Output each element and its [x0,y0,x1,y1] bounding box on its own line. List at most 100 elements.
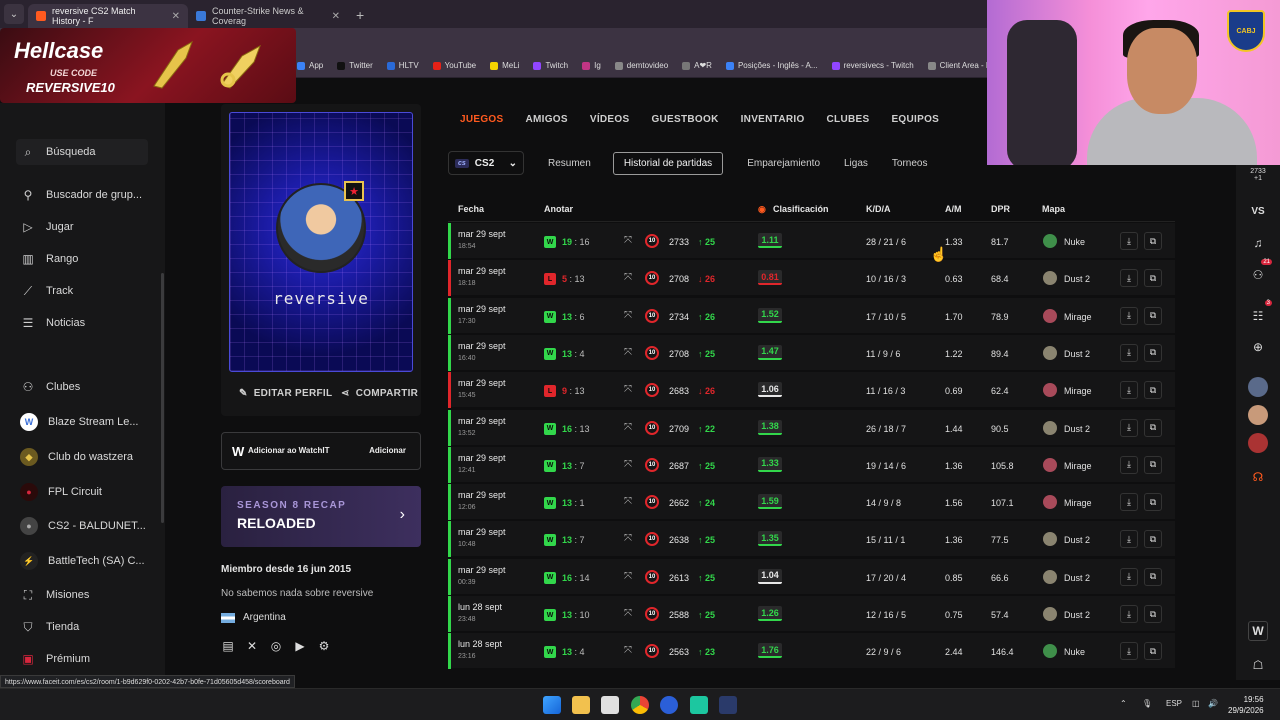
folder-icon[interactable] [572,696,590,714]
instagram-icon[interactable]: ◎ [269,639,283,653]
volume-icon[interactable]: 🔊 [1208,699,1218,708]
download-icon[interactable]: ⤓ [1120,530,1138,549]
subtab-4[interactable]: Torneos [892,158,928,169]
bookmark[interactable]: A❤R [675,61,719,70]
sidebar-item-news[interactable]: ☰ Noticias [20,315,86,331]
table-row[interactable]: lun 28 sept 23:48 W 13 : 10 ⤧ 10 2588 ↑ 25 1.26 1… [448,596,1175,632]
download-icon[interactable]: ⤓ [1120,642,1138,661]
club-item[interactable]: ⚡ BattleTech (SA) C... [20,552,145,570]
tab-vídeos[interactable]: VÍDEOS [590,114,630,125]
sidebar-item-ranking[interactable]: ▥ Rango [20,251,78,267]
versus-button[interactable]: VS [1248,201,1268,221]
bell-icon[interactable]: ♫ [1248,233,1268,253]
close-icon[interactable]: ✕ [332,11,340,22]
mic-icon[interactable]: 🎙 [1142,699,1152,708]
club-item[interactable]: ◆ Club do wastzera [20,448,133,466]
watchit-add-button[interactable]: Adicionar [369,446,406,455]
table-row[interactable]: mar 29 sept 00:39 W 16 : 14 ⤧ 10 2613 ↑ 25 1.04 1… [448,558,1175,595]
club-item[interactable]: ● CS2 - BALDUNET... [20,517,146,535]
external-link-icon[interactable]: ⧉ [1144,269,1162,288]
table-row[interactable]: mar 29 sept 13:52 W 16 : 13 ⤧ 10 2709 ↑ 22 1.38 2… [448,409,1175,446]
external-link-icon[interactable]: ⧉ [1144,530,1162,549]
add-icon[interactable]: ⊕ [1248,337,1268,357]
app-icon[interactable] [601,696,619,714]
game-selector[interactable]: cs CS2 ⌄ [448,151,524,175]
headset-icon[interactable]: ☊ [1248,467,1268,487]
network-icon[interactable]: ◫ [1192,699,1200,708]
bookmark[interactable]: Posições - Inglês - A... [719,61,825,70]
external-link-icon[interactable]: ⧉ [1144,381,1162,400]
sidebar-scrollbar[interactable] [161,273,164,523]
tab-list-icon[interactable]: ⌄ [4,4,24,24]
windows-start-icon[interactable] [543,696,561,714]
download-icon[interactable]: ⤓ [1120,306,1138,325]
subtab-0[interactable]: Resumen [548,158,591,169]
external-link-icon[interactable]: ⧉ [1144,605,1162,623]
avatar[interactable] [1248,405,1268,425]
tab-guestbook[interactable]: GUESTBOOK [651,114,718,125]
share-button[interactable]: ⋖ COMPARTIR [341,388,418,399]
download-icon[interactable]: ⤓ [1120,381,1138,400]
tab-amigos[interactable]: AMIGOS [525,114,567,125]
season-recap-banner[interactable]: SEASON 8 RECAP RELOADED › [221,486,421,547]
external-link-icon[interactable]: ⧉ [1144,642,1162,661]
bookmark[interactable]: MeLi [483,61,526,70]
sidebar-item-shop[interactable]: ⛉ Tienda [20,619,79,635]
sidebar-item-premium[interactable]: ▣ Prémium [20,651,90,667]
steam-icon[interactable]: ⚙ [317,639,331,653]
bookmark[interactable]: HLTV [380,61,426,70]
tab-inventario[interactable]: INVENTARIO [741,114,805,125]
bookmark[interactable]: YouTube [426,61,483,70]
language-indicator[interactable]: ESP [1166,699,1182,708]
download-icon[interactable]: ⤓ [1120,232,1138,250]
download-icon[interactable]: ⤓ [1120,493,1138,512]
twitch-icon[interactable]: ▤ [221,639,235,653]
chevron-up-icon[interactable]: ⌃ [1120,699,1127,708]
sidebar-item-missions[interactable]: ⛶ Misiones [20,587,90,603]
table-row[interactable]: mar 29 sept 12:41 W 13 : 7 ⤧ 10 2687 ↑ 25 1.33 19… [448,446,1175,483]
sidebar-item-clubs[interactable]: ⚇ Clubes [20,379,81,395]
table-row[interactable]: mar 29 sept 16:40 W 13 : 4 ⤧ 10 2708 ↑ 25 1.47 11… [448,334,1175,371]
friends-icon[interactable]: ⚇ 21 [1248,259,1272,285]
tab-equipos[interactable]: EQUIPOS [891,114,939,125]
download-icon[interactable]: ⤓ [1120,455,1138,474]
tab-clubes[interactable]: CLUBES [827,114,870,125]
subtab-3[interactable]: Ligas [844,158,868,169]
subtab-2[interactable]: Emparejamiento [747,158,820,169]
table-row[interactable]: mar 29 sept 10:48 W 13 : 7 ⤧ 10 2638 ↑ 25 1.35 15… [448,521,1175,558]
table-row[interactable]: mar 29 sept 12:06 W 13 : 1 ⤧ 10 2662 ↑ 24 1.59 14… [448,484,1175,521]
edit-profile-button[interactable]: ✎ EDITAR PERFIL [239,388,332,399]
app-icon[interactable] [660,696,678,714]
table-row[interactable]: lun 28 sept 23:16 W 13 : 4 ⤧ 10 2563 ↑ 23 1.76 22… [448,633,1175,670]
table-row[interactable]: mar 29 sept 18:18 L 5 : 13 ⤧ 10 2708 ↓ 26 0.81 10… [448,260,1175,297]
download-icon[interactable]: ⤓ [1120,418,1138,437]
sidebar-search[interactable]: ⌕ Búsqueda [20,144,96,160]
external-link-icon[interactable]: ⧉ [1144,493,1162,512]
download-icon[interactable]: ⤓ [1120,605,1138,623]
tab-juegos[interactable]: JUEGOS [460,114,503,125]
sidebar-item-track[interactable]: ⟋ Track [20,283,73,299]
new-tab-icon[interactable]: + [356,7,364,23]
bookmark[interactable]: Twitch [526,61,575,70]
external-link-icon[interactable]: ⧉ [1144,455,1162,474]
subtab-1[interactable]: Historial de partidas [612,151,724,175]
external-link-icon[interactable]: ⧉ [1144,343,1162,362]
download-icon[interactable]: ⤓ [1120,567,1138,586]
club-item[interactable]: W Blaze Stream Le... [20,413,139,431]
download-icon[interactable]: ⤓ [1120,343,1138,362]
app-icon[interactable] [719,696,737,714]
party-icon[interactable]: ☷ 3 [1248,300,1272,326]
x-icon[interactable]: ✕ [245,639,259,653]
youtube-icon[interactable]: ▶ [293,639,307,653]
bookmark[interactable]: demtovideo [608,61,675,70]
avatar[interactable] [1248,377,1268,397]
external-link-icon[interactable]: ⧉ [1144,418,1162,437]
table-row[interactable]: mar 29 sept 18:54 W 19 : 16 ⤧ 10 2733 ↑ 25 1.11 2… [448,223,1175,259]
table-row[interactable]: mar 29 sept 15:45 L 9 : 13 ⤧ 10 2683 ↓ 26 1.06 11… [448,372,1175,409]
external-link-icon[interactable]: ⧉ [1144,306,1162,325]
bookmark[interactable]: reversivecs - Twitch [825,61,921,70]
browser-tab-1[interactable]: reversive CS2 Match History - F ✕ [28,4,188,28]
watchit-icon[interactable]: W [1248,621,1268,641]
external-link-icon[interactable]: ⧉ [1144,567,1162,586]
bookmark[interactable]: Twitter [330,61,380,70]
